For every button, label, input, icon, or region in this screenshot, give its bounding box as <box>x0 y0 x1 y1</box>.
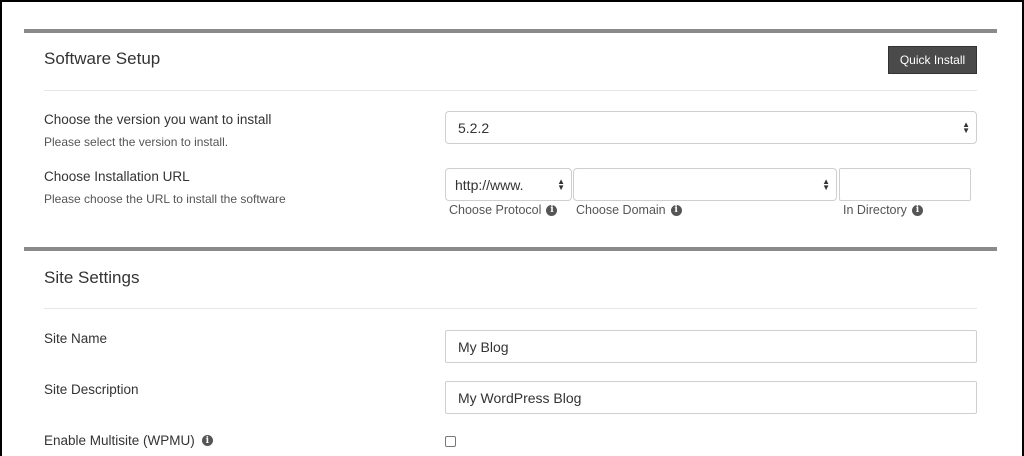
site-settings-title: Site Settings <box>44 268 140 287</box>
site-settings-panel: Site Settings Site Name My Blog Site Des… <box>24 247 997 456</box>
panel-top-border <box>24 247 997 251</box>
protocol-select[interactable]: http://www. ▲ ▼ <box>445 168 572 201</box>
domain-hint-label: Choose Domain <box>576 203 666 217</box>
site-name-row-label: Site Name <box>44 331 107 346</box>
site-name-input[interactable]: My Blog <box>445 330 977 363</box>
info-icon[interactable]: i <box>670 204 682 216</box>
directory-hint-label: In Directory <box>843 203 907 217</box>
software-setup-title: Software Setup <box>44 49 161 68</box>
site-description-value: My WordPress Blog <box>458 389 582 406</box>
domain-hint: Choose Domain i <box>576 203 682 217</box>
select-arrows-icon: ▲ ▼ <box>962 119 970 135</box>
multisite-row-label: Enable Multisite (WPMU) i <box>44 433 213 448</box>
protocol-select-value: http://www. <box>455 176 524 193</box>
panel-top-border <box>24 29 997 33</box>
section-divider <box>44 308 977 309</box>
protocol-hint: Choose Protocol i <box>449 203 558 217</box>
url-row-label: Choose Installation URL Please choose th… <box>44 169 286 206</box>
site-name-value: My Blog <box>458 338 509 355</box>
directory-input[interactable] <box>839 168 971 201</box>
version-select-value: 5.2.2 <box>458 119 490 136</box>
site-description-label: Site Description <box>44 382 139 397</box>
info-icon[interactable]: i <box>201 435 213 446</box>
version-select[interactable]: 5.2.2 ▲ ▼ <box>445 111 977 144</box>
site-description-row-label: Site Description <box>44 382 139 397</box>
section-divider <box>44 90 977 91</box>
multisite-label: Enable Multisite (WPMU) <box>44 433 195 448</box>
select-arrows-icon: ▲ ▼ <box>822 176 830 192</box>
multisite-checkbox[interactable] <box>445 436 456 447</box>
info-icon[interactable]: i <box>546 204 558 216</box>
directory-hint: In Directory i <box>843 203 923 217</box>
site-name-label: Site Name <box>44 331 108 346</box>
installation-url-help: Please choose the URL to install the sof… <box>44 192 286 206</box>
domain-select[interactable]: ▲ ▼ <box>573 168 837 201</box>
info-icon[interactable]: i <box>911 204 923 216</box>
quick-install-button[interactable]: Quick Install <box>888 46 977 74</box>
software-setup-panel: Software Setup Quick Install Choose the … <box>24 29 997 247</box>
version-help: Please select the version to install. <box>44 135 229 149</box>
site-description-input[interactable]: My WordPress Blog <box>445 381 977 414</box>
version-label: Choose the version you want to install <box>44 112 272 127</box>
installation-url-label: Choose Installation URL <box>44 169 190 184</box>
protocol-hint-label: Choose Protocol <box>449 203 542 217</box>
version-row-label: Choose the version you want to install P… <box>44 112 271 149</box>
select-arrows-icon: ▲ ▼ <box>557 176 565 192</box>
